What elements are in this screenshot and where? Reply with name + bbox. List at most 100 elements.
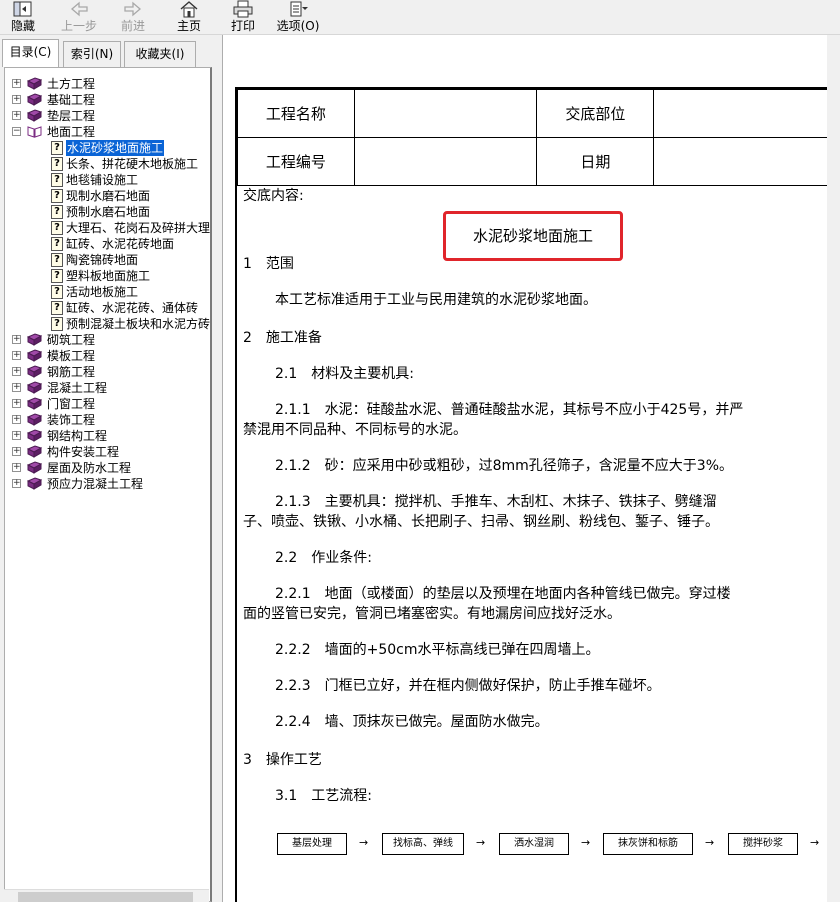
home-button[interactable]: 主页 xyxy=(174,0,204,34)
back-button[interactable]: 上一步 xyxy=(60,0,98,34)
doc-line: 2.1.3 主要机具：搅拌机、手推车、木刮杠、木抹子、铁抹子、劈缝溜 xyxy=(275,494,717,510)
tree-book-item[interactable]: + 模板工程 xyxy=(5,348,210,364)
tree-topic-label: 缸砖、水泥花砖地面 xyxy=(66,237,175,251)
expand-icon[interactable]: + xyxy=(12,335,21,344)
doc-line: 2.2.2 墙面的+50cm水平标高线已弹在四周墙上。 xyxy=(275,642,600,658)
tab-contents[interactable]: 目录(C) xyxy=(2,39,59,67)
tree-topic-item[interactable]: ? 缸砖、水泥花砖地面 xyxy=(5,236,210,252)
help-topic-icon: ? xyxy=(51,269,63,283)
collapse-icon[interactable]: − xyxy=(12,127,21,136)
expand-icon[interactable]: + xyxy=(12,431,21,440)
tree-book-label: 钢筋工程 xyxy=(47,365,96,379)
tree-topic-item[interactable]: ? 水泥砂浆地面施工 xyxy=(5,139,210,157)
doc-line: 2.2.1 地面（或楼面）的垫层以及预埋在地面内各种管线已做完。穿过楼 xyxy=(275,586,731,602)
tree-book-item[interactable]: + 门窗工程 xyxy=(5,396,210,412)
document-vertical-scrollbar[interactable] xyxy=(827,35,840,902)
tree-book-item[interactable]: + 钢筋工程 xyxy=(5,364,210,380)
project-no-label: 工程编号 xyxy=(237,137,355,186)
tree-topic-label: 缸砖、水泥花砖、通体砖 xyxy=(66,301,199,315)
closed-book-icon xyxy=(26,477,43,490)
tree-scroll-thumb[interactable] xyxy=(18,892,193,902)
tree-book-item[interactable]: + 基础工程 xyxy=(5,92,210,108)
doc-line: 面的竖管已安完，管洞已堵塞密实。有地漏房间应找好泛水。 xyxy=(243,606,621,622)
flow-step-box: 洒水湿润 xyxy=(499,833,569,855)
back-button-label: 上一步 xyxy=(60,19,97,33)
doc-line: 本工艺标准适用于工业与民用建筑的水泥砂浆地面。 xyxy=(275,292,597,308)
tree-book-open[interactable]: − 地面工程 xyxy=(5,124,210,140)
forward-arrow-icon xyxy=(124,1,141,17)
tab-index[interactable]: 索引(N) xyxy=(63,41,121,67)
flow-step-box: 找标高、弹线 xyxy=(382,833,464,855)
header-table: 工程名称 交底部位 工程编号 日期 xyxy=(237,89,840,186)
doc-line: 2.2.4 墙、顶抹灰已做完。屋面防水做完。 xyxy=(275,714,549,730)
forward-button[interactable]: 前进 xyxy=(118,0,148,34)
print-button-label: 打印 xyxy=(230,19,255,33)
flow-step-box: 搅拌砂浆 xyxy=(728,833,798,855)
tree-book-item[interactable]: + 构件安装工程 xyxy=(5,444,210,460)
open-book-icon xyxy=(27,125,42,138)
hide-button[interactable]: 隐藏 xyxy=(8,0,38,34)
tree-topic-item[interactable]: ? 大理石、花岗石及碎拼大理 xyxy=(5,220,211,236)
tree-topic-item[interactable]: ? 塑料板地面施工 xyxy=(5,268,210,284)
tree-topic-label: 地毯铺设施工 xyxy=(66,173,139,187)
expand-icon[interactable]: + xyxy=(12,95,21,104)
tree-book-item[interactable]: + 装饰工程 xyxy=(5,412,210,428)
closed-book-icon xyxy=(26,381,43,394)
tree-book-label: 土方工程 xyxy=(47,77,96,91)
back-arrow-icon xyxy=(71,1,88,17)
help-topic-icon: ? xyxy=(51,221,63,235)
expand-icon[interactable]: + xyxy=(12,463,21,472)
tree-book-label: 垫层工程 xyxy=(47,109,96,123)
expand-icon[interactable]: + xyxy=(12,111,21,120)
tree-book-item[interactable]: + 钢结构工程 xyxy=(5,428,210,444)
help-topic-icon: ? xyxy=(51,141,63,155)
expand-icon[interactable]: + xyxy=(12,479,21,488)
expand-icon[interactable]: + xyxy=(12,79,21,88)
expand-icon[interactable]: + xyxy=(12,351,21,360)
tree-topic-label: 大理石、花岗石及碎拼大理 xyxy=(66,221,211,235)
flow-step-box: 基层处理 xyxy=(277,833,347,855)
project-name-label: 工程名称 xyxy=(237,89,355,138)
doc-line: 1 范围 xyxy=(243,256,294,272)
expand-icon[interactable]: + xyxy=(12,415,21,424)
tree-book-label: 地面工程 xyxy=(47,125,96,139)
expand-icon[interactable]: + xyxy=(12,399,21,408)
tree-book-item[interactable]: + 屋面及防水工程 xyxy=(5,460,210,476)
help-topic-icon: ? xyxy=(51,157,63,171)
expand-icon[interactable]: + xyxy=(12,367,21,376)
tree-topic-item[interactable]: ? 预制混凝土板块和水泥方砖 xyxy=(5,316,211,332)
document-title: 水泥砂浆地面施工 xyxy=(443,211,623,261)
tree-topic-item[interactable]: ? 陶瓷锦砖地面 xyxy=(5,252,210,268)
tree-book-item[interactable]: + 混凝土工程 xyxy=(5,380,210,396)
project-name-value xyxy=(353,89,538,138)
tree-topic-item[interactable]: ? 活动地板施工 xyxy=(5,284,210,300)
date-value xyxy=(653,137,840,186)
options-button[interactable]: 选项(O) xyxy=(276,0,320,34)
doc-line: 子、喷壶、铁锹、小水桶、长把刷子、扫帚、钢丝刷、粉线包、錾子、锤子。 xyxy=(243,514,719,530)
print-button[interactable]: 打印 xyxy=(228,0,258,34)
tree-book-item[interactable]: + 土方工程 xyxy=(5,76,210,92)
doc-line: 2.2 作业条件: xyxy=(275,550,372,566)
tree-topic-item[interactable]: ? 预制水磨石地面 xyxy=(5,204,210,220)
tree-book-label: 基础工程 xyxy=(47,93,96,107)
tree-book-item[interactable]: + 砌筑工程 xyxy=(5,332,210,348)
tree-book-item[interactable]: + 预应力混凝土工程 xyxy=(5,476,210,492)
tree-topic-item[interactable]: ? 缸砖、水泥花砖、通体砖 xyxy=(5,300,210,316)
tree-horizontal-scrollbar[interactable] xyxy=(4,889,209,902)
project-no-value xyxy=(353,137,538,186)
tree-topic-label: 活动地板施工 xyxy=(66,285,139,299)
closed-book-icon xyxy=(26,461,43,474)
tree-topic-item[interactable]: ? 长条、拼花硬木地板施工 xyxy=(5,156,210,172)
tree-book-item[interactable]: + 垫层工程 xyxy=(5,108,210,124)
tree-topic-label: 预制混凝土板块和水泥方砖 xyxy=(66,317,211,331)
help-topic-icon: ? xyxy=(51,317,63,331)
tree-book-label: 屋面及防水工程 xyxy=(47,461,132,475)
expand-icon[interactable]: + xyxy=(12,447,21,456)
flow-arrow-icon: → xyxy=(476,836,486,849)
tree-topic-item[interactable]: ? 现制水磨石地面 xyxy=(5,188,210,204)
options-icon xyxy=(290,1,308,17)
tab-favorites[interactable]: 收藏夹(I) xyxy=(124,41,196,67)
tree-topic-item[interactable]: ? 地毯铺设施工 xyxy=(5,172,210,188)
closed-book-icon xyxy=(26,397,43,410)
expand-icon[interactable]: + xyxy=(12,383,21,392)
